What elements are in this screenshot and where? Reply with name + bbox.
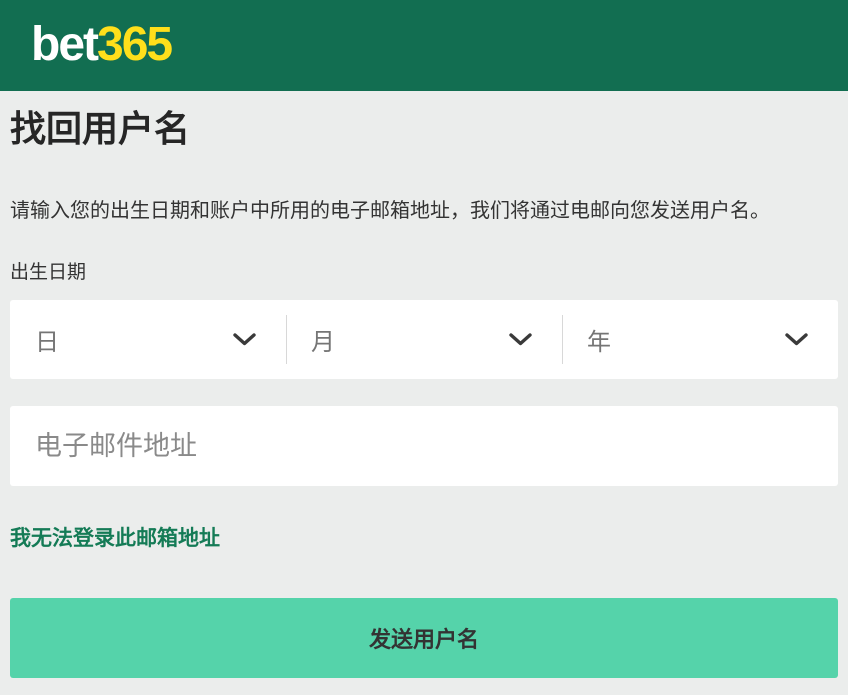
logo-text-365: 365 — [97, 21, 171, 69]
page-title: 找回用户名 — [10, 91, 838, 151]
send-username-button[interactable]: 发送用户名 — [10, 598, 838, 678]
chevron-down-icon — [233, 333, 256, 346]
email-input[interactable] — [10, 406, 838, 486]
day-select-value: 日 — [35, 322, 59, 357]
chevron-down-icon — [509, 333, 532, 346]
date-of-birth-row: 日 月 年 — [10, 300, 838, 379]
chevron-down-icon — [785, 333, 808, 346]
month-select-value: 月 — [311, 322, 335, 357]
main-content: 找回用户名 请输入您的出生日期和账户中所用的电子邮箱地址，我们将通过电邮向您发送… — [0, 91, 848, 678]
page-header: bet365 — [0, 0, 848, 91]
date-of-birth-label: 出生日期 — [10, 261, 838, 285]
instruction-text: 请输入您的出生日期和账户中所用的电子邮箱地址，我们将通过电邮向您发送用户名。 — [10, 199, 838, 223]
day-select[interactable]: 日 — [10, 300, 286, 379]
logo-text-bet: bet — [31, 21, 97, 69]
cant-access-email-link[interactable]: 我无法登录此邮箱地址 — [10, 526, 220, 552]
year-select[interactable]: 年 — [562, 300, 838, 379]
bet365-logo[interactable]: bet365 — [31, 21, 171, 71]
month-select[interactable]: 月 — [286, 300, 562, 379]
year-select-value: 年 — [587, 322, 611, 357]
